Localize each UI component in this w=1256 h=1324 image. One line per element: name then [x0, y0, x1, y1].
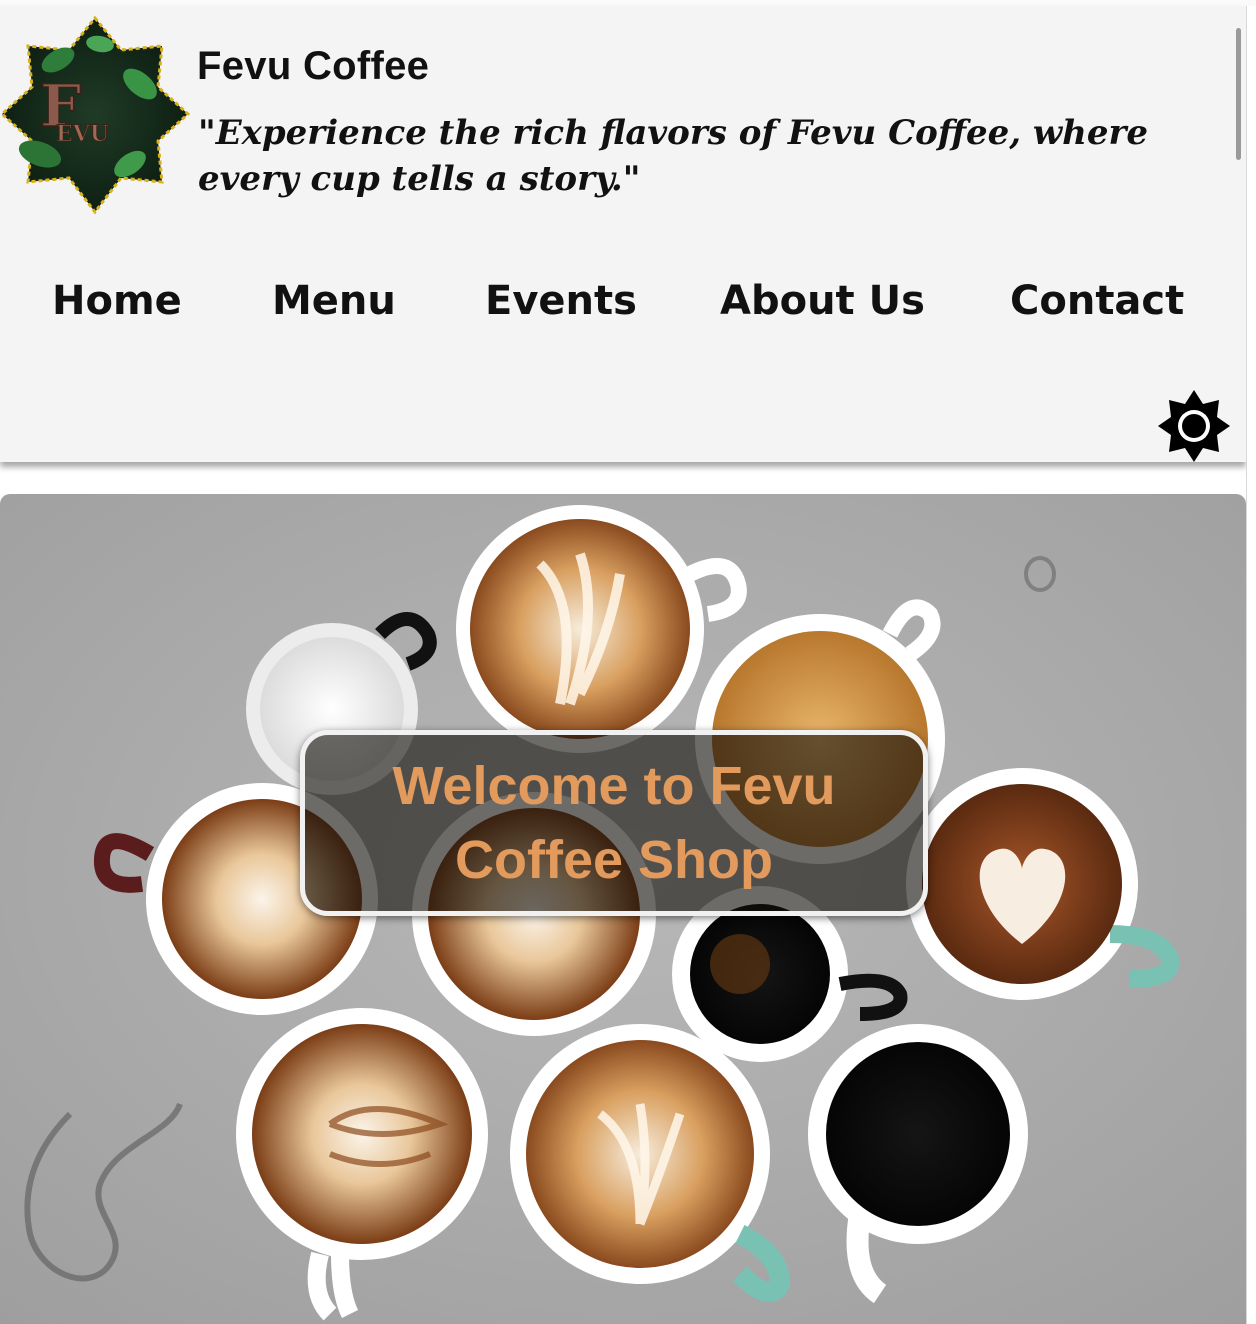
nav-events[interactable]: Events: [485, 278, 637, 324]
nav-home[interactable]: Home: [52, 278, 182, 324]
welcome-banner: Welcome to Fevu Coffee Shop: [300, 730, 928, 916]
hero-section: Welcome to Fevu Coffee Shop: [0, 494, 1246, 1324]
nav-about-us[interactable]: About Us: [720, 278, 925, 324]
hero-title: Welcome to Fevu Coffee Shop: [392, 756, 836, 890]
site-header: F EVU Fevu Coffee "Experience the rich f…: [0, 6, 1246, 462]
nav-contact[interactable]: Contact: [1010, 278, 1184, 324]
tagline: "Experience the rich flavors of Fevu Cof…: [198, 113, 1149, 199]
sun-icon: [1158, 390, 1230, 462]
theme-toggle-button[interactable]: [1156, 388, 1232, 464]
main-nav: Home Menu Events About Us Contact: [0, 278, 1236, 338]
window-right-edge: [1246, 6, 1256, 1324]
logo[interactable]: F EVU: [0, 14, 191, 220]
logo-star-icon: F EVU: [0, 15, 191, 215]
scrollbar-thumb[interactable]: [1236, 28, 1241, 160]
nav-menu[interactable]: Menu: [272, 278, 396, 324]
brand-name: Fevu Coffee: [197, 44, 430, 88]
svg-text:EVU: EVU: [56, 121, 109, 147]
